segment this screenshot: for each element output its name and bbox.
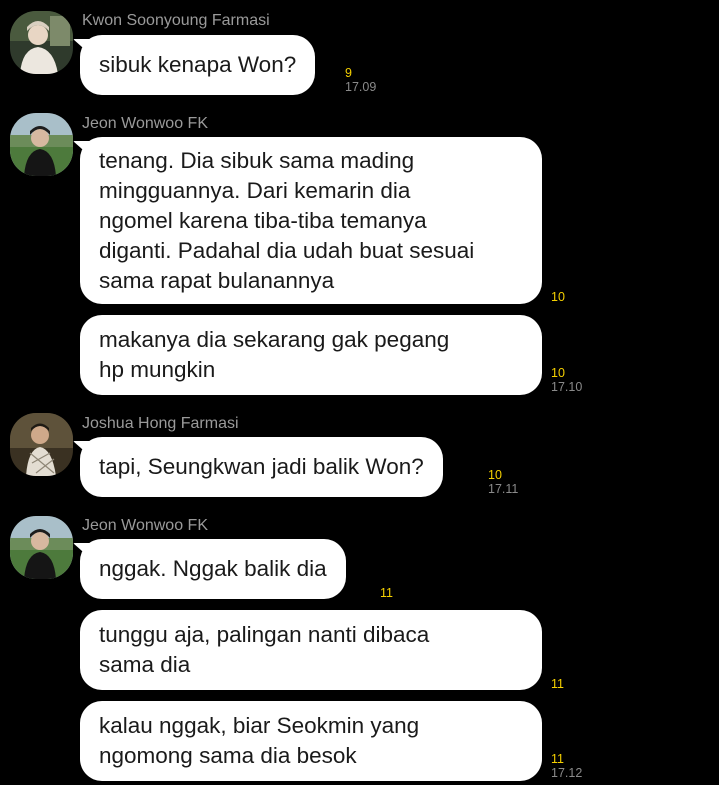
message-time: 17.10	[551, 380, 583, 394]
message-time: 17.12	[551, 766, 583, 780]
avatar-joshua-hong[interactable]	[10, 413, 73, 476]
message-meta: 10	[551, 290, 565, 304]
unread-count: 10	[551, 366, 565, 380]
profile-photo-icon	[10, 413, 73, 476]
message-meta: 10 17.11	[488, 468, 518, 496]
message-meta: 9 17.09	[345, 66, 376, 94]
sender-name: Jeon Wonwoo FK	[82, 517, 208, 534]
message-text-line: diganti. Padahal dia udah buat sesuai	[99, 237, 475, 263]
message-bubble[interactable]: nggak. Nggak balik dia	[80, 539, 346, 599]
message-text-line: ngomel karena tiba-tiba temanya	[99, 207, 427, 233]
message-meta: 11 17.12	[551, 752, 582, 780]
unread-count: 10	[488, 468, 502, 482]
unread-count: 9	[345, 66, 352, 80]
message-text-line: ngomong sama dia besok	[99, 743, 357, 768]
sender-name: Joshua Hong Farmasi	[82, 415, 239, 432]
avatar-jeon-wonwoo[interactable]	[10, 516, 73, 579]
message-text-line: hp mungkin	[99, 357, 216, 382]
message-bubble[interactable]: kalau nggak, biar Seokmin yang ngomong s…	[80, 701, 542, 781]
sender-name: Jeon Wonwoo FK	[82, 115, 208, 132]
profile-photo-icon	[10, 113, 73, 176]
message-text-line: tunggu aja, palingan nanti dibaca	[99, 622, 430, 647]
message-text-line: kalau nggak, biar Seokmin yang	[99, 713, 420, 738]
unread-count: 11	[551, 677, 564, 691]
message-text-line: tenang. Dia sibuk sama mading	[99, 147, 415, 173]
sender-name: Kwon Soonyoung Farmasi	[82, 12, 270, 29]
profile-photo-icon	[10, 11, 73, 74]
message-time: 17.09	[345, 80, 377, 94]
message-text: nggak. Nggak balik dia	[99, 556, 327, 581]
avatar-jeon-wonwoo[interactable]	[10, 113, 73, 176]
message-bubble[interactable]: tapi, Seungkwan jadi balik Won?	[80, 437, 443, 497]
message-text-line: mingguannya. Dari kemarin dia	[99, 177, 411, 203]
unread-count: 11	[380, 586, 393, 600]
message-bubble[interactable]: makanya dia sekarang gak pegang hp mungk…	[80, 315, 542, 395]
unread-count: 11	[551, 752, 564, 766]
message-text: sibuk kenapa Won?	[99, 52, 297, 77]
message-text-line: makanya dia sekarang gak pegang	[99, 327, 450, 352]
message-bubble[interactable]: tunggu aja, palingan nanti dibaca sama d…	[80, 610, 542, 690]
message-bubble[interactable]: tenang. Dia sibuk sama mading mingguanny…	[80, 137, 542, 304]
message-text-line: sama rapat bulanannya	[99, 267, 335, 293]
message-time: 17.11	[488, 482, 519, 496]
unread-count: 10	[551, 290, 565, 304]
avatar-kwon-soonyoung[interactable]	[10, 11, 73, 74]
profile-photo-icon	[10, 516, 73, 579]
message-text-line: sama dia	[99, 652, 191, 677]
message-meta: 10 17.10	[551, 366, 582, 394]
message-bubble[interactable]: sibuk kenapa Won?	[80, 35, 316, 95]
message-meta: 11	[380, 586, 393, 600]
message-text: tapi, Seungkwan jadi balik Won?	[99, 454, 424, 479]
message-meta: 11	[551, 677, 564, 691]
